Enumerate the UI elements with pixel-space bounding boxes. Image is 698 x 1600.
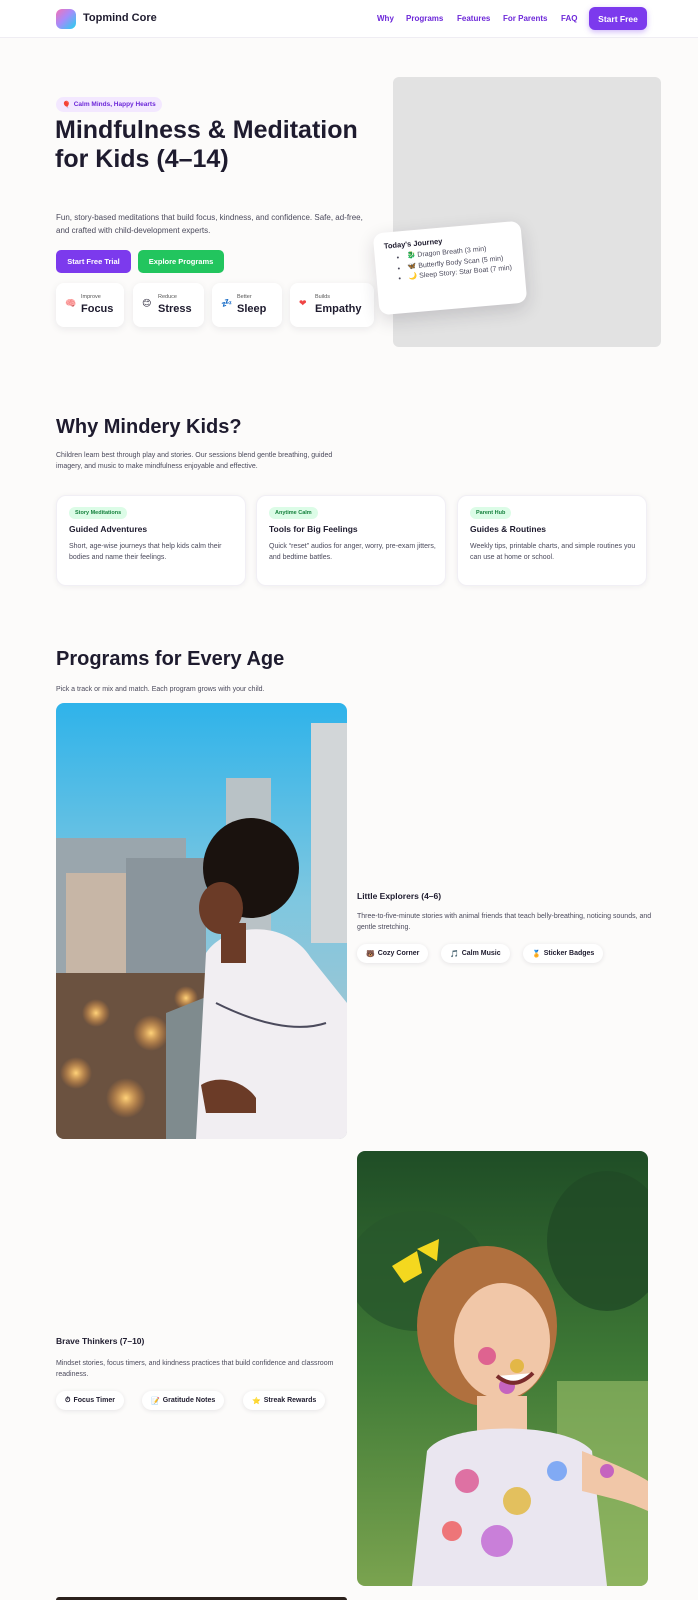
feature-chip: Parent Hub bbox=[470, 507, 512, 519]
stat-caption: Reduce bbox=[158, 294, 177, 300]
start-free-trial-button[interactable]: Start Free Trial bbox=[56, 250, 131, 273]
timer-icon: ⏱ bbox=[65, 1396, 71, 1404]
tag-label: Sticker Badges bbox=[543, 950, 595, 957]
programs-section-subtitle: Pick a track or mix and match. Each prog… bbox=[56, 686, 265, 693]
why-section-subtitle: Children learn best through play and sto… bbox=[56, 452, 333, 470]
smile-icon: 😊 bbox=[142, 299, 152, 309]
notepad-icon: 📝 bbox=[151, 1396, 160, 1405]
nav-link-faq[interactable]: FAQ bbox=[561, 14, 577, 23]
brave-thinkers-photo bbox=[357, 1151, 648, 1586]
tag-label: Calm Music bbox=[461, 950, 501, 957]
brand-name[interactable]: Topmind Core bbox=[83, 12, 157, 24]
program-title: Little Explorers (4–6) bbox=[357, 891, 442, 901]
tag-gratitude-notes[interactable]: 📝 Gratitude Notes bbox=[142, 1391, 225, 1410]
stat-value: Stress bbox=[158, 303, 192, 315]
medal-icon: 🏅 bbox=[532, 949, 541, 958]
music-note-icon: 🎵 bbox=[450, 949, 459, 958]
program-title: Brave Thinkers (7–10) bbox=[56, 1336, 145, 1346]
top-nav-bar: Topmind Core Why Programs Features For P… bbox=[0, 0, 698, 38]
programs-section-title: Programs for Every Age bbox=[56, 648, 285, 670]
stat-value: Focus bbox=[81, 303, 114, 315]
nav-link-for-parents[interactable]: For Parents bbox=[503, 14, 547, 23]
heart-icon: ❤ bbox=[299, 299, 307, 309]
feature-card-big-feelings: Anytime Calm Tools for Big Feelings Quic… bbox=[256, 495, 446, 586]
stat-card-focus: 🧠 Improve Focus bbox=[56, 283, 124, 327]
todays-journey-card: Today's Journey 🐉 Dragon Breath (3 min) … bbox=[372, 220, 528, 316]
hero-subtitle: Fun, story-based meditations that build … bbox=[56, 213, 363, 235]
feature-title: Tools for Big Feelings bbox=[269, 524, 358, 534]
explore-programs-button[interactable]: Explore Programs bbox=[138, 250, 224, 273]
tag-focus-timer[interactable]: ⏱ Focus Timer bbox=[56, 1391, 124, 1410]
feature-description: Quick “reset” audios for anger, worry, p… bbox=[269, 543, 436, 561]
tag-sticker-badges[interactable]: 🏅 Sticker Badges bbox=[523, 944, 604, 963]
nav-link-programs[interactable]: Programs bbox=[406, 14, 443, 23]
stat-caption: Builds bbox=[315, 294, 330, 300]
tag-label: Cozy Corner bbox=[377, 950, 420, 957]
tag-label: Focus Timer bbox=[73, 1397, 115, 1404]
tag-calm-music[interactable]: 🎵 Calm Music bbox=[441, 944, 510, 963]
stat-caption: Improve bbox=[81, 294, 101, 300]
tag-cozy-corner[interactable]: 🐻 Cozy Corner bbox=[357, 944, 429, 963]
feature-card-guided-adventures: Story Meditations Guided Adventures Shor… bbox=[56, 495, 246, 586]
woman-balcony-image bbox=[56, 703, 347, 1139]
bear-icon: 🐻 bbox=[366, 949, 375, 958]
balloon-icon: 🎈 bbox=[62, 100, 71, 109]
stat-card-sleep: 💤 Better Sleep bbox=[212, 283, 282, 327]
feature-title: Guides & Routines bbox=[470, 524, 547, 534]
program-description: Mindset stories, focus timers, and kindn… bbox=[56, 1360, 334, 1378]
feature-chip: Story Meditations bbox=[69, 507, 128, 519]
stat-caption: Better bbox=[237, 294, 252, 300]
nav-link-features[interactable]: Features bbox=[457, 14, 490, 23]
tag-streak-rewards[interactable]: ⭐ Streak Rewards bbox=[243, 1391, 326, 1410]
stat-value: Empathy bbox=[315, 303, 362, 315]
hero-tag-label: Calm Minds, Happy Hearts bbox=[73, 101, 156, 108]
feature-title: Guided Adventures bbox=[69, 524, 148, 534]
stat-value: Sleep bbox=[237, 303, 267, 315]
stat-card-empathy: ❤ Builds Empathy bbox=[290, 283, 374, 327]
feature-card-guides-routines: Parent Hub Guides & Routines Weekly tips… bbox=[457, 495, 647, 586]
star-icon: ⭐ bbox=[252, 1396, 261, 1405]
start-free-button[interactable]: Start Free bbox=[589, 7, 647, 30]
brain-icon: 🧠 bbox=[65, 299, 77, 309]
child-paint-image bbox=[357, 1151, 648, 1586]
feature-chip: Anytime Calm bbox=[269, 507, 318, 519]
sleep-icon: 💤 bbox=[221, 299, 233, 309]
little-explorers-photo bbox=[56, 703, 347, 1139]
tag-label: Gratitude Notes bbox=[162, 1397, 216, 1404]
hero-tag-badge: 🎈 Calm Minds, Happy Hearts bbox=[56, 97, 162, 112]
nav-link-why[interactable]: Why bbox=[377, 14, 394, 23]
stat-card-stress: 😊 Reduce Stress bbox=[133, 283, 204, 327]
feature-description: Weekly tips, printable charts, and simpl… bbox=[470, 543, 636, 561]
hero-title: Mindfulness & Meditation for Kids (4–14) bbox=[55, 116, 358, 173]
logo-icon[interactable] bbox=[56, 9, 76, 29]
why-section-title: Why Mindery Kids? bbox=[56, 416, 242, 438]
program-description: Three-to-five-minute stories with animal… bbox=[357, 913, 652, 931]
tag-label: Streak Rewards bbox=[263, 1397, 317, 1404]
feature-description: Short, age-wise journeys that help kids … bbox=[69, 543, 222, 561]
